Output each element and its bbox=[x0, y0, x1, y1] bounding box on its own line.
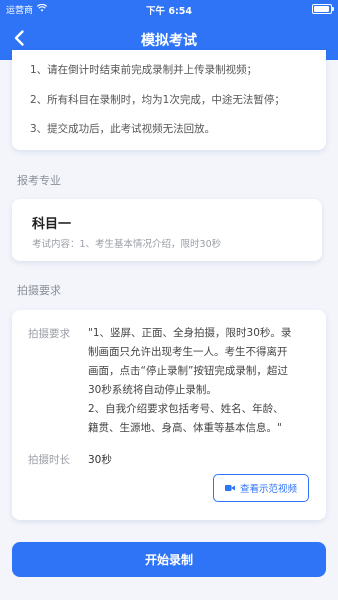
subject-description: 考试内容：1、考生基本情况介绍，限时30秒 bbox=[32, 239, 222, 250]
requirements-card: 拍摄要求 "1、竖屏、正面、全身拍摄，限时30秒。录 制画面只允许出现考生一人。… bbox=[12, 310, 326, 520]
requirements-text: "1、竖屏、正面、全身拍摄，限时30秒。录 制画面只允许出现考生一人。考生不得离… bbox=[88, 324, 314, 438]
view-demo-video-button[interactable]: 查看示范视频 bbox=[213, 474, 309, 502]
requirements-line: 30秒系统将自动停止录制。 bbox=[88, 384, 217, 396]
start-recording-label: 开始录制 bbox=[144, 553, 193, 567]
requirements-section-label: 拍摄要求 bbox=[17, 284, 61, 297]
start-recording-button[interactable]: 开始录制 bbox=[12, 542, 326, 577]
subject-title: 科目一 bbox=[32, 217, 72, 232]
rule-1: 1、请在倒计时结束前完成录制并上传录制视频； bbox=[30, 64, 258, 76]
requirements-line: 2、自我介绍要求包括考号、姓名、年龄、 bbox=[88, 403, 284, 415]
video-camera-icon bbox=[224, 485, 235, 491]
requirements-line: 制画面只允许出现考生一人。考生不得离开 bbox=[88, 346, 288, 358]
requirements-line: "1、竖屏、正面、全身拍摄，限时30秒。录 bbox=[88, 327, 292, 339]
duration-label: 拍摄时长 bbox=[28, 454, 70, 466]
battery-icon bbox=[312, 4, 334, 14]
major-section-label: 报考专业 bbox=[17, 174, 61, 187]
rule-2: 2、所有科目在录制时，均为1次完成，中途无法暂停； bbox=[30, 94, 285, 106]
requirements-line: 画面，点击“停止录制”按钮完成录制，超过 bbox=[88, 365, 288, 377]
subject-card[interactable]: 科目一 考试内容：1、考生基本情况介绍，限时30秒 bbox=[12, 199, 322, 261]
rules-card: 1、请在倒计时结束前完成录制并上传录制视频； 2、所有科目在录制时，均为1次完成… bbox=[12, 50, 326, 150]
page-title: 模拟考试 bbox=[141, 33, 197, 49]
rule-3: 3、提交成功后，此考试视频无法回放。 bbox=[30, 123, 216, 135]
status-right bbox=[312, 4, 334, 14]
status-time: 下午 6:54 bbox=[146, 6, 192, 17]
status-bar: 运营商 下午 6:54 bbox=[0, 0, 338, 20]
requirements-line: 籍贯、生源地、身高、体重等基本信息。" bbox=[88, 422, 282, 434]
view-demo-video-label: 查看示范视频 bbox=[239, 484, 297, 495]
duration-value: 30秒 bbox=[88, 454, 112, 466]
requirements-label: 拍摄要求 bbox=[28, 328, 70, 340]
